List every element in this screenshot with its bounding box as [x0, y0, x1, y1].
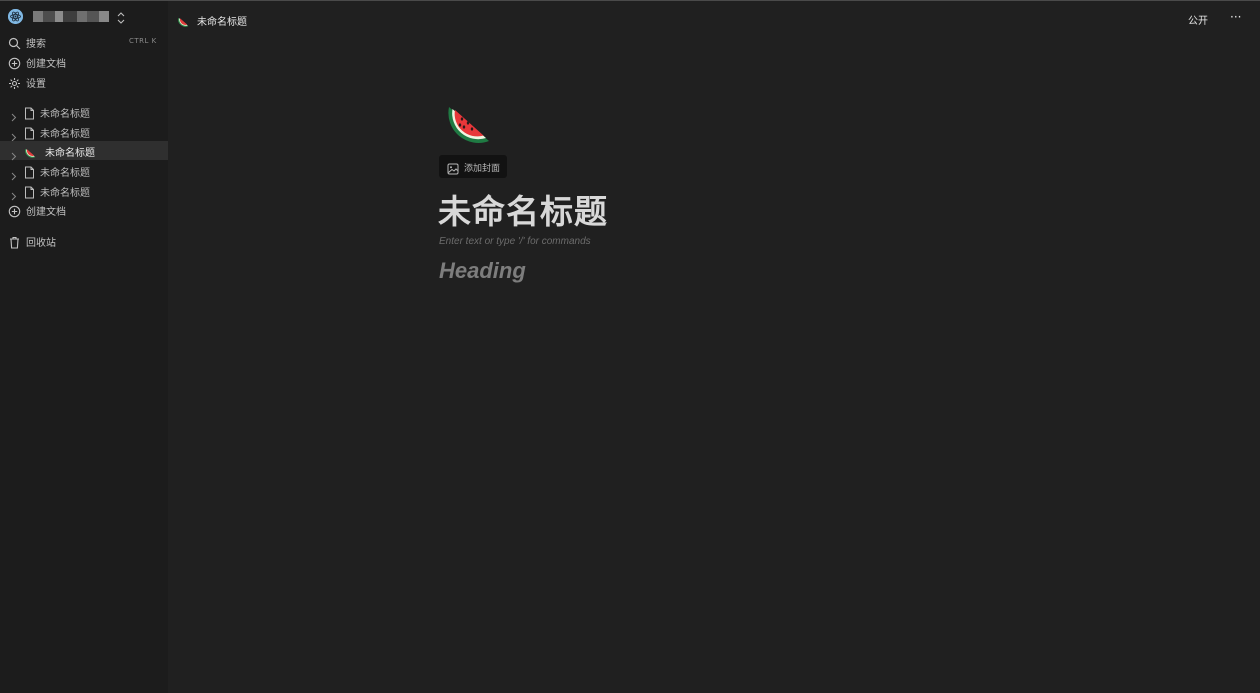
nav-trash[interactable]: 回收站: [0, 231, 168, 250]
tree-item[interactable]: 未命名标题: [0, 161, 168, 181]
gear-icon: [8, 75, 21, 89]
tree-item[interactable]: 未命名标题: [0, 102, 168, 122]
add-cover-button[interactable]: 添加封面: [439, 155, 507, 178]
nav-search-label: 搜索: [26, 39, 46, 50]
workspace-switcher[interactable]: [0, 7, 168, 27]
tree-item-label: 未命名标题: [40, 129, 90, 140]
chevron-right-icon[interactable]: [10, 107, 17, 122]
tree-item-label: 未命名标题: [45, 148, 95, 159]
document-icon: [24, 105, 35, 120]
nav-trash-label: 回收站: [26, 238, 56, 249]
chevron-right-icon[interactable]: [10, 186, 17, 201]
heading-placeholder[interactable]: Heading: [439, 258, 526, 284]
search-shortcut: CTRL K: [129, 37, 157, 45]
editor-placeholder[interactable]: Enter text or type '/' for commands: [439, 236, 591, 247]
watermelon-icon: [448, 107, 489, 143]
document-icon: [24, 125, 35, 140]
page-icon-watermelon[interactable]: [445, 99, 491, 145]
document-icon: [24, 164, 35, 179]
chevron-right-icon[interactable]: [10, 146, 17, 161]
react-logo-icon: [8, 9, 23, 24]
document-icon: [24, 184, 35, 199]
add-cover-label: 添加封面: [464, 164, 501, 174]
tree-item-active[interactable]: 未命名标题: [0, 141, 168, 161]
nav-settings-label: 设置: [26, 79, 46, 90]
chevron-up-down-icon: [115, 10, 127, 24]
chevron-right-icon[interactable]: [10, 127, 17, 142]
more-options-button[interactable]: ···: [1230, 10, 1241, 24]
watermelon-icon: [24, 144, 37, 158]
trash-icon: [8, 234, 21, 249]
nav-settings[interactable]: 设置: [0, 72, 168, 91]
sidebar: 搜索 CTRL K 创建文档 设置 未命名标题 未命名标题 未命名标题 未命名标…: [0, 1, 168, 693]
tree-item[interactable]: 未命名标题: [0, 122, 168, 142]
nav-search[interactable]: 搜索 CTRL K: [0, 32, 168, 51]
chevron-right-icon[interactable]: [10, 166, 17, 181]
tree-item[interactable]: 未命名标题: [0, 181, 168, 201]
window-top-border: [0, 0, 1260, 1]
plus-circle-icon: [8, 203, 21, 218]
share-button[interactable]: 公开: [1188, 12, 1208, 27]
app-window: 搜索 CTRL K 创建文档 设置 未命名标题 未命名标题 未命名标题 未命名标…: [0, 0, 1260, 693]
tree-create-label: 创建文档: [26, 207, 66, 218]
page-title[interactable]: 未命名标题: [438, 185, 608, 233]
tree-item-label: 未命名标题: [40, 188, 90, 199]
search-icon: [8, 35, 21, 50]
tree-item-label: 未命名标题: [40, 168, 90, 179]
tree-create-document[interactable]: 创建文档: [0, 200, 168, 219]
workspace-name-redacted: [33, 11, 109, 22]
breadcrumb-label: 未命名标题: [197, 17, 247, 28]
watermelon-icon: [177, 13, 190, 27]
nav-create-label: 创建文档: [26, 59, 66, 70]
plus-circle-icon: [8, 55, 21, 70]
tree-item-label: 未命名标题: [40, 109, 90, 120]
image-icon: [447, 160, 459, 175]
nav-create-document[interactable]: 创建文档: [0, 52, 168, 71]
